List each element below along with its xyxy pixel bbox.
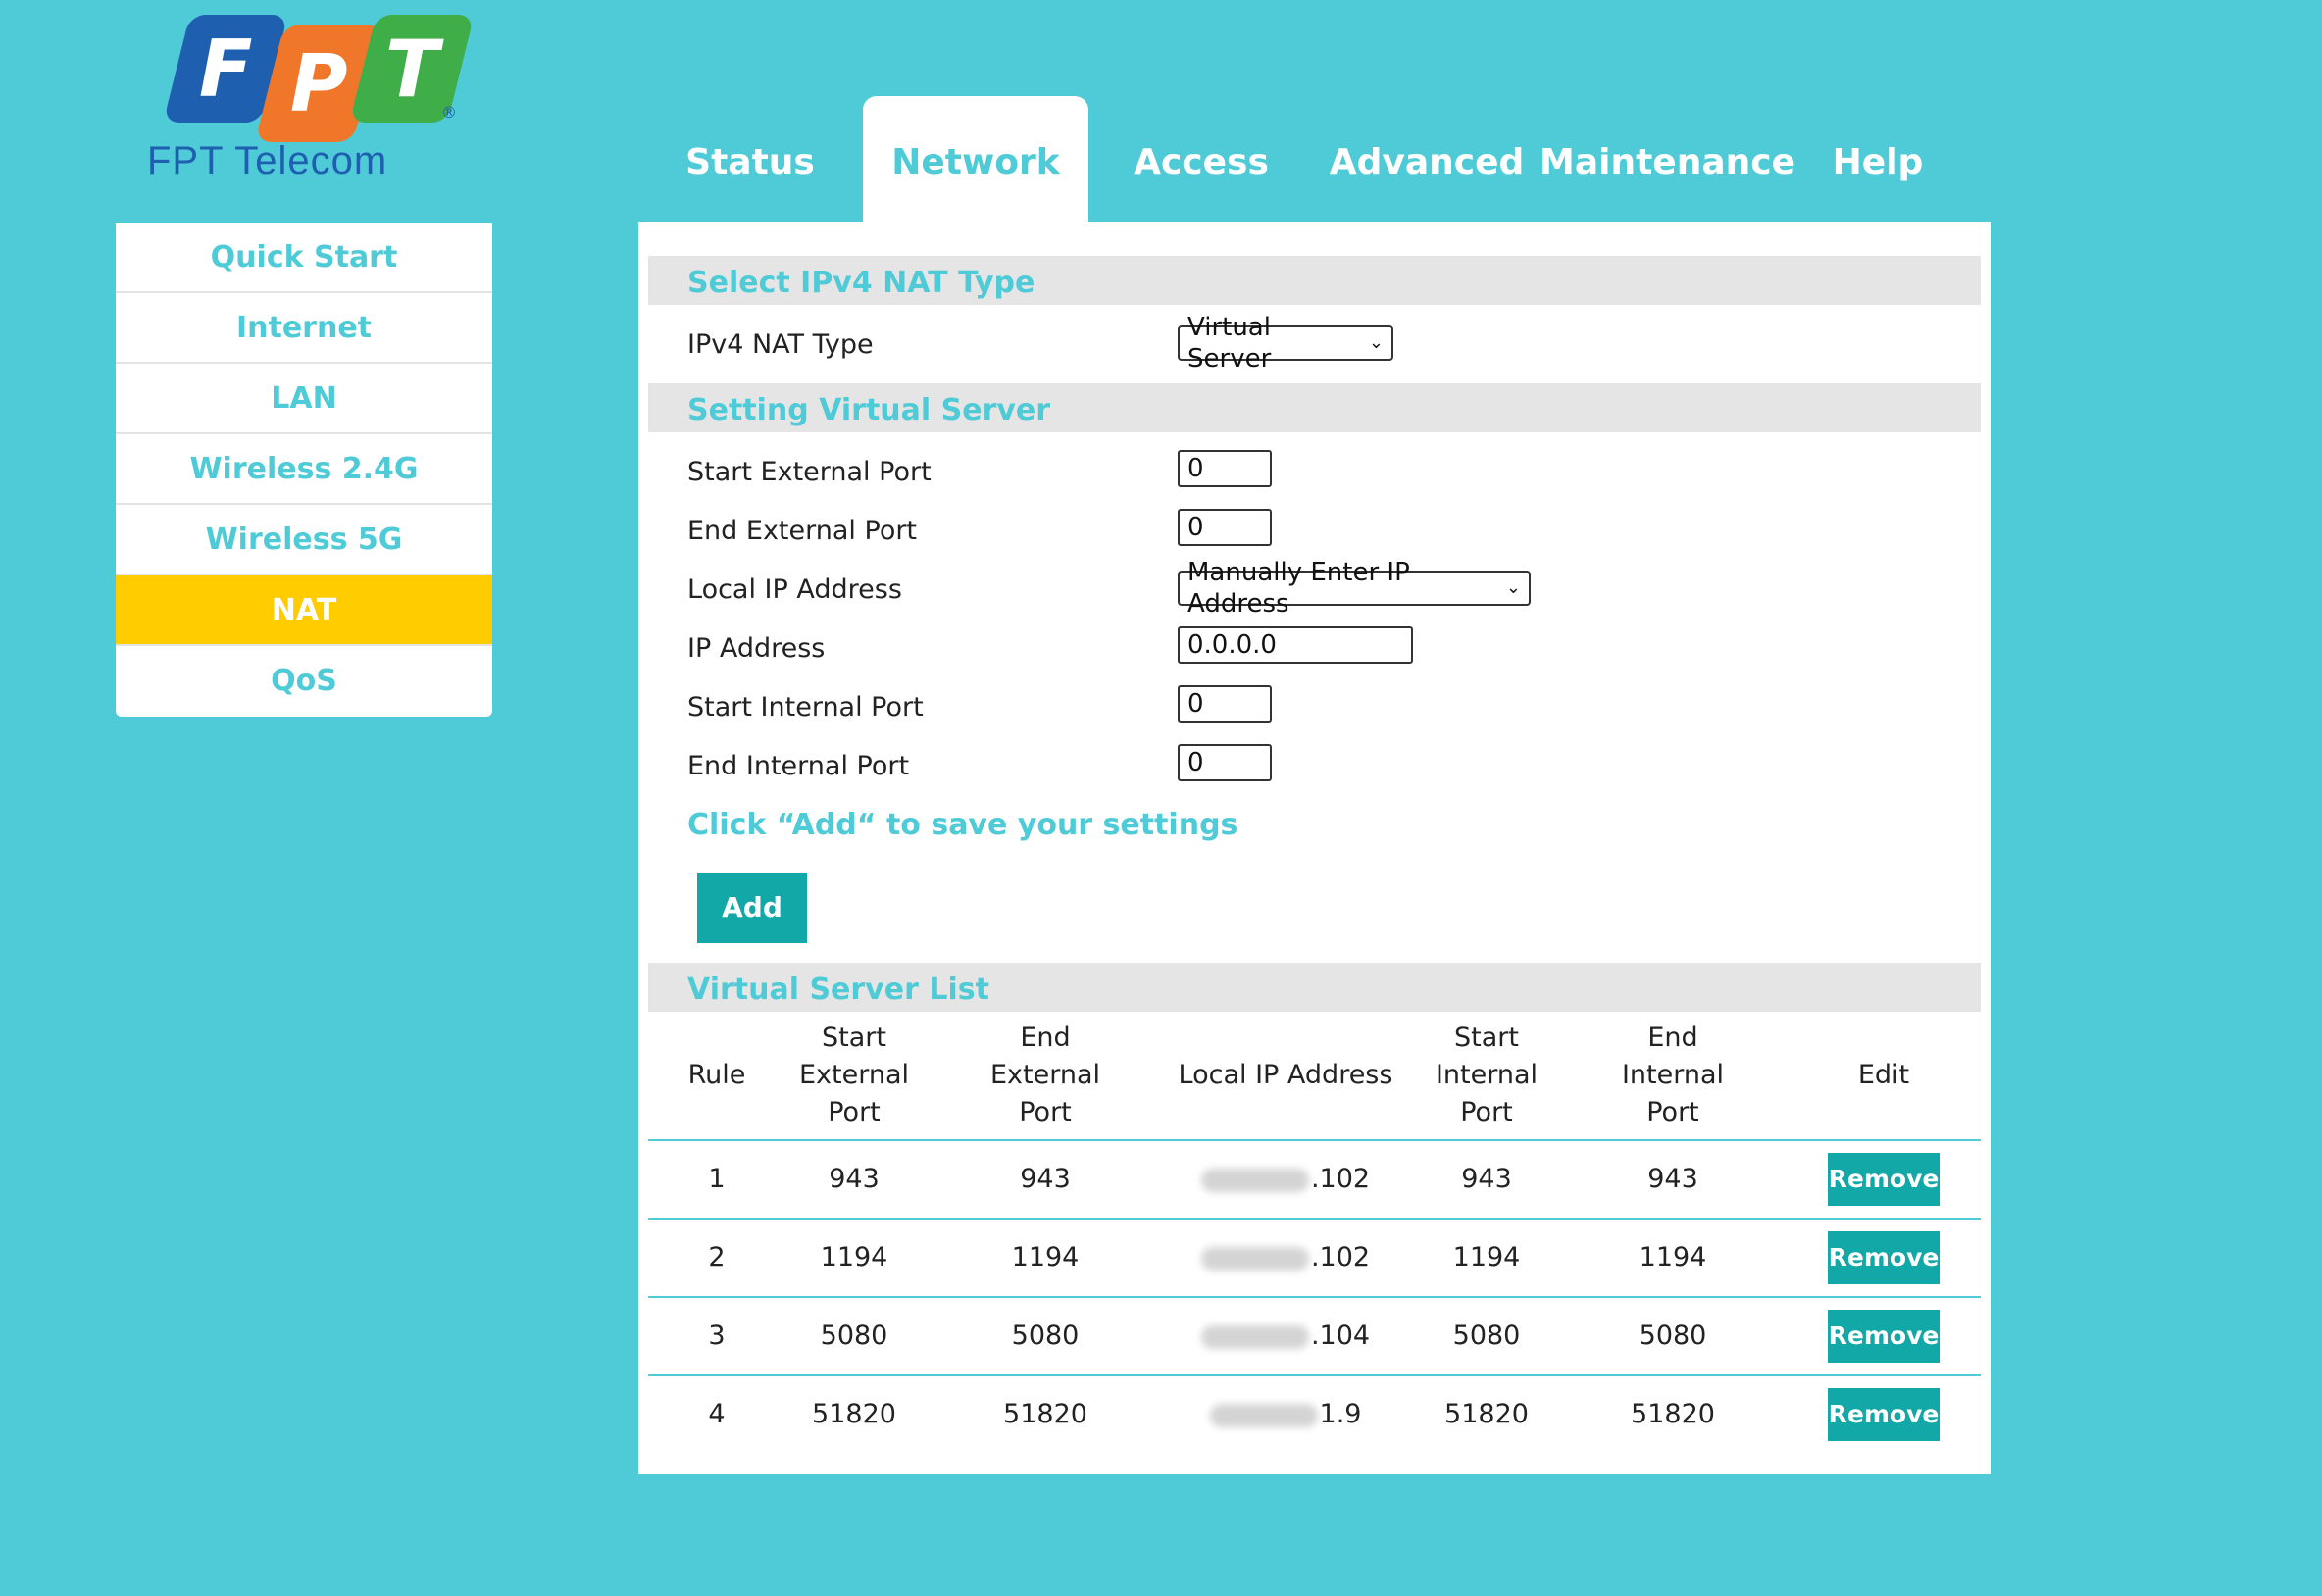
redacted-ip-blur: [1209, 1403, 1318, 1427]
cell-end-internal-port: 943: [1647, 1164, 1698, 1194]
nat-type-label: IPv4 NAT Type: [687, 329, 874, 360]
cell-end-internal-port: 1194: [1639, 1242, 1707, 1272]
cell-rule: 4: [708, 1399, 726, 1429]
sidebar-item-nat[interactable]: NAT: [116, 575, 492, 646]
cell-local-ip-address: .102: [1183, 1220, 1388, 1296]
table-header: Rule Start External Port End External Port L…: [648, 1012, 1981, 1141]
local-ip-value: Manually Enter IP Address: [1187, 558, 1410, 619]
cell-start-internal-port: 51820: [1444, 1399, 1529, 1429]
tab-access[interactable]: Access: [1088, 96, 1314, 222]
col-end-internal-port: End Internal Port: [1621, 1022, 1725, 1127]
ip-address-label: IP Address: [687, 633, 826, 664]
sidebar-item-wireless-24g[interactable]: Wireless 2.4G: [116, 434, 492, 505]
local-ip-select[interactable]: Manually Enter IP Address ⌄: [1178, 558, 1531, 619]
local-ip-label: Local IP Address: [687, 574, 902, 605]
remove-button[interactable]: Remove: [1828, 1310, 1940, 1363]
registered-icon: ®: [441, 103, 457, 122]
table-row: 2 1194 1194 .102 1194 1194 Remove: [648, 1220, 1981, 1298]
cell-end-external-port: 51820: [1003, 1399, 1087, 1429]
cell-rule: 1: [708, 1164, 726, 1194]
cell-rule: 3: [708, 1321, 726, 1351]
main-panel: Select IPv4 NAT Type IPv4 NAT Type Virtu…: [638, 222, 1991, 1474]
sidebar-item-wireless-5g[interactable]: Wireless 5G: [116, 505, 492, 575]
cell-start-external-port: 5080: [820, 1321, 888, 1351]
sidebar-item-lan[interactable]: LAN: [116, 364, 492, 434]
cell-start-internal-port: 5080: [1452, 1321, 1521, 1351]
start-internal-port-input[interactable]: 0: [1178, 685, 1272, 723]
tab-status[interactable]: Status: [637, 96, 863, 222]
cell-local-ip-address: .102: [1183, 1141, 1388, 1218]
nat-type-heading: Select IPv4 NAT Type: [648, 256, 1981, 305]
sidebar-item-qos[interactable]: QoS: [116, 646, 492, 717]
logo-mark: F P T ®: [157, 15, 475, 142]
cell-start-external-port: 943: [829, 1164, 880, 1194]
remove-button[interactable]: Remove: [1828, 1153, 1940, 1206]
cell-local-ip-address: 1.9: [1183, 1376, 1388, 1453]
cell-end-external-port: 5080: [1011, 1321, 1080, 1351]
table-row: 4 51820 51820 1.9 51820 51820 Remove: [648, 1376, 1981, 1453]
start-external-port-label: Start External Port: [687, 457, 932, 487]
col-edit: Edit: [1857, 1060, 1910, 1090]
tab-help[interactable]: Help: [1765, 96, 1991, 222]
col-rule: Rule: [687, 1060, 746, 1090]
cell-start-internal-port: 1194: [1452, 1242, 1521, 1272]
nat-type-select[interactable]: Virtual Server ⌄: [1178, 313, 1393, 374]
cell-local-ip-address: .104: [1183, 1298, 1388, 1374]
col-start-external-port: Start External Port: [798, 1022, 910, 1127]
end-external-port-label: End External Port: [687, 516, 918, 546]
table-row: 3 5080 5080 .104 5080 5080 Remove: [648, 1298, 1981, 1376]
table-row: 1 943 943 .102 943 943 Remove: [648, 1141, 1981, 1220]
redacted-ip-blur: [1200, 1324, 1309, 1349]
tab-network[interactable]: Network: [863, 96, 1088, 222]
fpt-logo: F P T ® FPT Telecom: [147, 10, 475, 186]
virtual-server-heading: Setting Virtual Server: [648, 383, 1981, 432]
virtual-server-list-heading: Virtual Server List: [648, 963, 1981, 1012]
tab-advanced[interactable]: Advanced: [1314, 96, 1540, 222]
chevron-down-icon: ⌄: [1505, 577, 1521, 598]
redacted-ip-blur: [1200, 1246, 1309, 1271]
cell-start-external-port: 51820: [812, 1399, 896, 1429]
nat-type-value: Virtual Server: [1187, 313, 1272, 374]
ip-address-input[interactable]: 0.0.0.0: [1178, 626, 1413, 664]
sidebar-menu: Quick Start Internet LAN Wireless 2.4G W…: [116, 223, 492, 717]
start-external-port-input[interactable]: 0: [1178, 450, 1272, 487]
start-internal-port-label: Start Internal Port: [687, 692, 924, 723]
sidebar-item-quick-start[interactable]: Quick Start: [116, 223, 492, 293]
save-hint-text: Click “Add“ to save your settings: [687, 808, 1238, 842]
chevron-down-icon: ⌄: [1368, 332, 1384, 353]
end-internal-port-input[interactable]: 0: [1178, 744, 1272, 781]
cell-end-external-port: 943: [1020, 1164, 1071, 1194]
add-button[interactable]: Add: [697, 873, 807, 943]
end-internal-port-label: End Internal Port: [687, 751, 910, 781]
cell-start-internal-port: 943: [1461, 1164, 1512, 1194]
virtual-server-table: Rule Start External Port End External Port L…: [648, 1012, 1981, 1453]
cell-start-external-port: 1194: [820, 1242, 888, 1272]
cell-end-internal-port: 51820: [1631, 1399, 1715, 1429]
tab-maintenance[interactable]: Maintenance: [1540, 96, 1795, 222]
cell-rule: 2: [708, 1242, 726, 1272]
remove-button[interactable]: Remove: [1828, 1388, 1940, 1441]
end-external-port-input[interactable]: 0: [1178, 509, 1272, 546]
sidebar-item-internet[interactable]: Internet: [116, 293, 492, 364]
redacted-ip-blur: [1200, 1168, 1309, 1192]
col-end-external-port: End External Port: [989, 1022, 1101, 1127]
logo-brand-text: FPT Telecom: [147, 139, 388, 182]
cell-end-internal-port: 5080: [1639, 1321, 1707, 1351]
col-local-ip-address: Local IP Address: [1178, 1060, 1393, 1090]
cell-end-external-port: 1194: [1011, 1242, 1080, 1272]
remove-button[interactable]: Remove: [1828, 1231, 1940, 1284]
col-start-internal-port: Start Internal Port: [1435, 1022, 1539, 1127]
